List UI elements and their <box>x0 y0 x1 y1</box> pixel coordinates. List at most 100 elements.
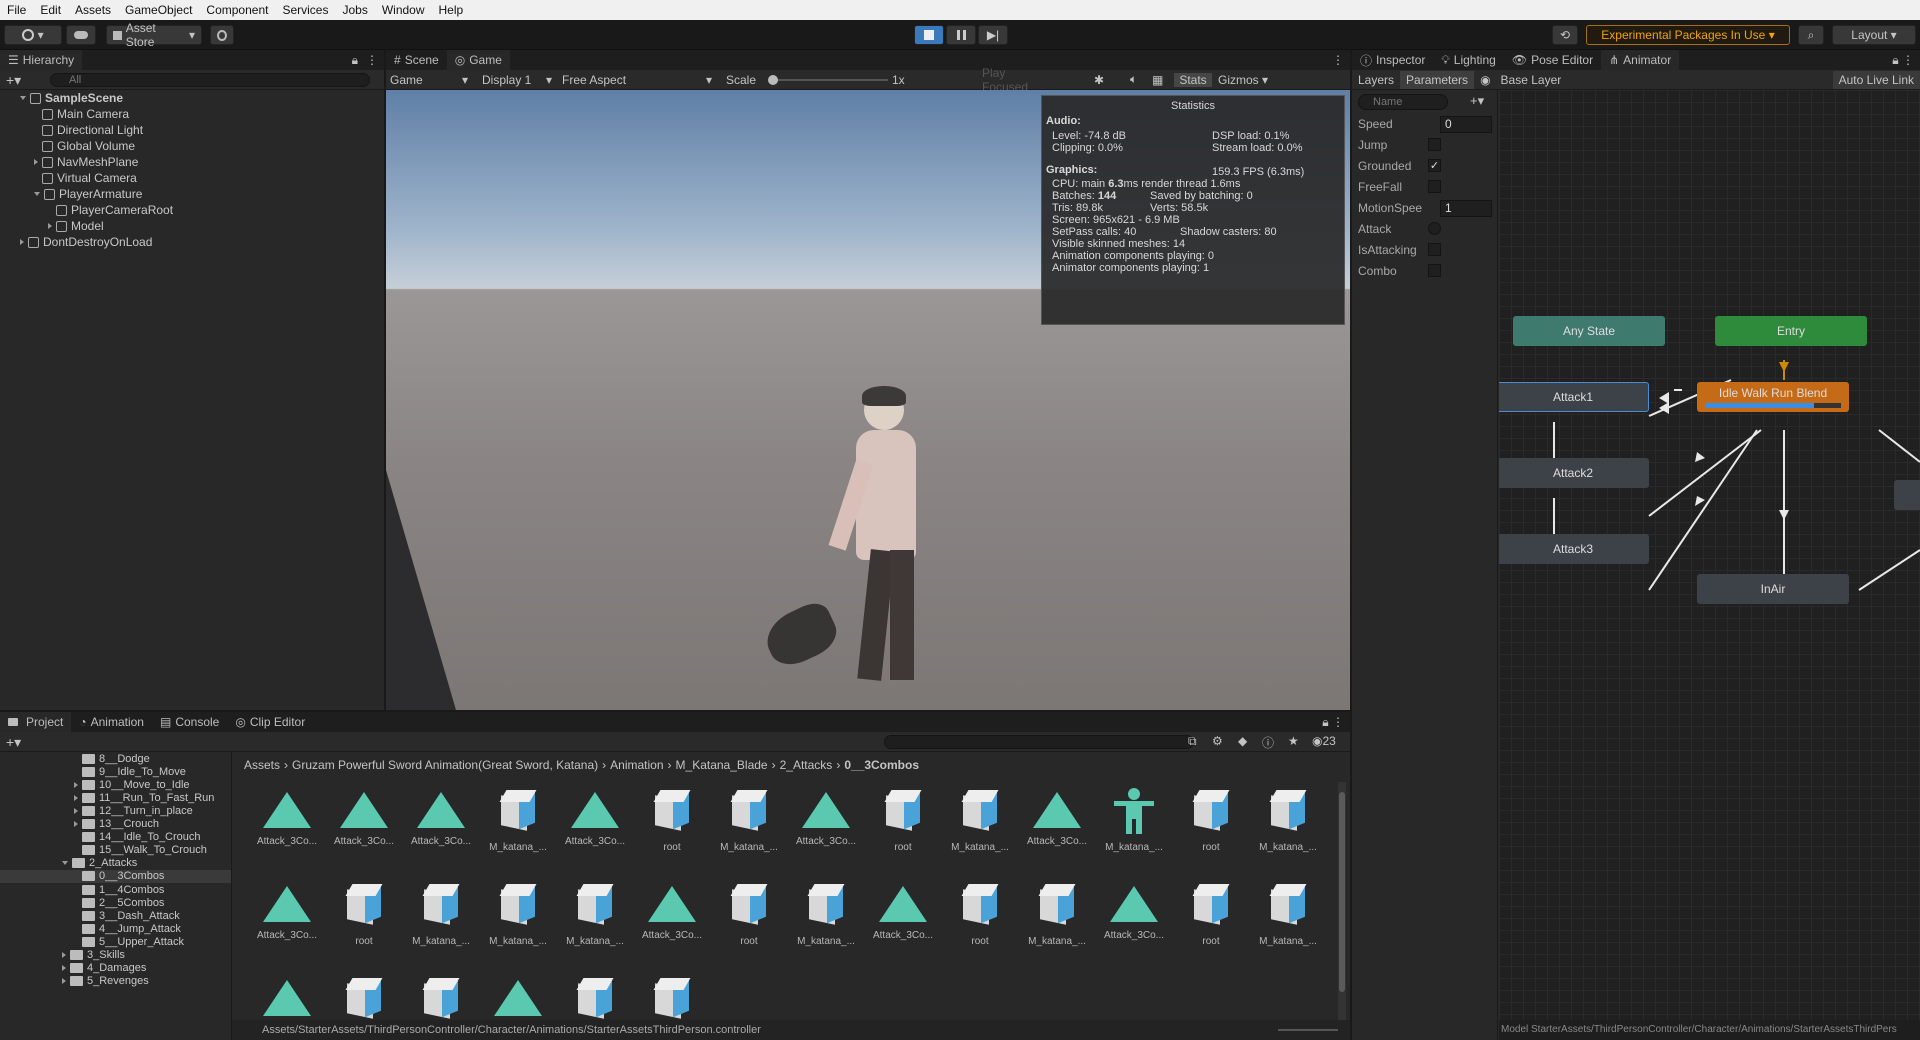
folder-tree-item[interactable]: 1__4Combos <box>0 883 231 896</box>
tab-lighting[interactable]: 💡︎ Lighting <box>1433 50 1503 70</box>
node-attack3[interactable]: Attack3 <box>1499 534 1649 564</box>
asset-tile[interactable]: M_katana_... <box>1097 782 1171 876</box>
lock-icon[interactable]: 🔒︎ ⋮ <box>1892 53 1914 68</box>
tab-console[interactable]: ▤ Console <box>152 712 227 732</box>
asset-tile[interactable]: root <box>327 876 401 970</box>
hierarchy-row[interactable]: PlayerCameraRoot <box>0 202 384 218</box>
layout-button[interactable]: Layout ▾ <box>1832 25 1916 45</box>
settings-button[interactable] <box>210 25 234 45</box>
hierarchy-row[interactable]: Directional Light <box>0 122 384 138</box>
node-any-state[interactable]: Any State <box>1513 316 1665 346</box>
tab-inspector[interactable]: ⓘ Inspector <box>1352 50 1433 70</box>
grid-icon[interactable]: ▦ <box>1152 73 1174 87</box>
aspect-dropdown[interactable]: Free Aspect ▾ <box>552 73 712 87</box>
node-attack2[interactable]: Attack2 <box>1499 458 1649 488</box>
asset-tile[interactable]: Attack_3Co... <box>327 782 401 876</box>
tab-animation[interactable]: ◔ Animation <box>71 712 152 732</box>
hierarchy-search-input[interactable] <box>50 73 370 87</box>
asset-tile[interactable]: Attack_3Co... <box>404 782 478 876</box>
parameter-float-input[interactable]: 1 <box>1440 200 1492 217</box>
folder-tree-item[interactable]: 3_Skills <box>0 949 231 962</box>
expand-arrow-icon[interactable] <box>34 192 40 196</box>
asset-tile[interactable]: Attack_3Co... <box>1097 876 1171 970</box>
hierarchy-row[interactable]: NavMeshPlane <box>0 154 384 170</box>
game-mode-dropdown[interactable]: Game ▾ <box>386 73 472 87</box>
asset-tile[interactable]: root <box>943 876 1017 970</box>
parameter-bool-checkbox[interactable] <box>1428 243 1441 256</box>
tab-project[interactable]: Project <box>0 712 72 732</box>
parameter-name[interactable]: Combo <box>1358 264 1397 278</box>
parameter-name[interactable]: Attack <box>1358 222 1391 236</box>
folder-tree-item[interactable]: 10__Move_to_Idle <box>0 778 231 791</box>
expand-arrow-icon[interactable] <box>74 794 78 801</box>
expand-arrow-icon[interactable] <box>74 807 78 814</box>
play-button[interactable] <box>914 25 944 45</box>
breadcrumb-item[interactable]: Animation <box>610 758 663 772</box>
expand-arrow-icon[interactable] <box>62 952 66 958</box>
folder-tree-item[interactable]: 4_Damages <box>0 962 231 975</box>
folder-tree-item[interactable]: 3__Dash_Attack <box>0 909 231 922</box>
tab-clip-editor[interactable]: ◎ Clip Editor <box>227 712 313 732</box>
folder-tree-item[interactable]: 15__Walk_To_Crouch <box>0 844 231 857</box>
expand-arrow-icon[interactable] <box>34 159 38 165</box>
menu-item-services[interactable]: Services <box>275 3 335 17</box>
asset-tile[interactable]: M_katana_... <box>481 876 555 970</box>
folder-tree-item[interactable]: 2_Attacks <box>0 857 231 870</box>
add-icon[interactable]: +▾ <box>6 72 21 89</box>
game-viewport[interactable]: Statistics Audio: Level: -74.8 dB DSP lo… <box>386 90 1350 710</box>
tab-hierarchy[interactable]: ☰ Hierarchy <box>0 50 83 70</box>
auto-live-link-button[interactable]: Auto Live Link <box>1832 70 1920 89</box>
breadcrumb-item[interactable]: Assets <box>244 758 280 772</box>
asset-tile[interactable]: root <box>635 782 709 876</box>
parameter-bool-checkbox[interactable] <box>1428 138 1441 151</box>
folder-tree-item[interactable]: 12__Turn_in_place <box>0 804 231 817</box>
asset-tile[interactable]: M_katana_... <box>1251 876 1325 970</box>
add-parameter-icon[interactable]: +▾ <box>1470 93 1484 109</box>
lock-icon[interactable]: 🔒︎ ⋮ <box>1322 715 1344 730</box>
parameter-name[interactable]: Grounded <box>1358 159 1411 173</box>
scale-slider[interactable] <box>752 70 892 90</box>
menu-item-gameobject[interactable]: GameObject <box>118 3 199 17</box>
node-inair[interactable]: InAir <box>1697 574 1849 604</box>
more-icon[interactable]: ⋮ <box>1332 53 1344 67</box>
asset-tile[interactable]: Attack_3Co... <box>250 782 324 876</box>
pause-button[interactable] <box>946 25 976 45</box>
expand-arrow-icon[interactable] <box>62 965 66 972</box>
asset-tile[interactable]: M_katana_... <box>481 782 555 876</box>
account-button[interactable]: ▾ <box>4 25 62 45</box>
expand-arrow-icon[interactable] <box>62 861 68 866</box>
filter-icon[interactable]: ⚙ <box>1212 734 1223 748</box>
audio-icon[interactable]: 🔈︎ <box>1130 72 1152 87</box>
tab-game[interactable]: ◎ Game <box>446 50 510 70</box>
folder-tree-item[interactable]: 8__Dodge <box>0 752 231 765</box>
parameter-bool-checkbox[interactable] <box>1428 264 1441 277</box>
asset-tile[interactable]: M_katana_... <box>712 782 786 876</box>
expand-arrow-icon[interactable] <box>74 821 78 827</box>
asset-tile[interactable]: Attack_3Co... <box>789 782 863 876</box>
asset-tile[interactable]: M_katana_... <box>789 876 863 970</box>
asset-tile[interactable]: Attack_3Co... <box>558 782 632 876</box>
breadcrumb-item[interactable]: M_Katana_Blade <box>676 758 768 772</box>
menu-item-jobs[interactable]: Jobs <box>335 3 374 17</box>
breadcrumb-item[interactable]: 0__3Combos <box>844 758 919 772</box>
node-entry[interactable]: Entry <box>1715 316 1867 346</box>
parameter-name[interactable]: Speed <box>1358 117 1393 131</box>
history-button[interactable]: ⟲ <box>1552 25 1578 45</box>
hierarchy-row[interactable]: Virtual Camera <box>0 170 384 186</box>
expand-arrow-icon[interactable] <box>20 96 26 100</box>
folder-tree-item[interactable]: 9__Idle_To_Move <box>0 765 231 778</box>
menu-item-component[interactable]: Component <box>199 3 275 17</box>
experimental-packages-button[interactable]: Experimental Packages In Use ▾ <box>1586 25 1790 45</box>
asset-tile[interactable]: M_katana_... <box>1020 876 1094 970</box>
folder-tree-item[interactable]: 11__Run_To_Fast_Run <box>0 791 231 804</box>
folder-tree-item[interactable]: 14__Idle_To_Crouch <box>0 831 231 844</box>
stats-toggle[interactable]: Stats <box>1174 72 1212 87</box>
expand-arrow-icon[interactable] <box>20 239 24 245</box>
parameters-tab[interactable]: Parameters <box>1400 70 1475 89</box>
base-layer-breadcrumb[interactable]: Base Layer <box>1497 73 1566 87</box>
layers-tab[interactable]: Layers <box>1352 73 1400 87</box>
step-button[interactable]: ▶| <box>978 25 1008 45</box>
info-icon[interactable]: ⓘ <box>1262 734 1274 751</box>
asset-tile[interactable]: Attack_3Co... <box>866 876 940 970</box>
tab-scene[interactable]: # Scene <box>386 50 447 70</box>
